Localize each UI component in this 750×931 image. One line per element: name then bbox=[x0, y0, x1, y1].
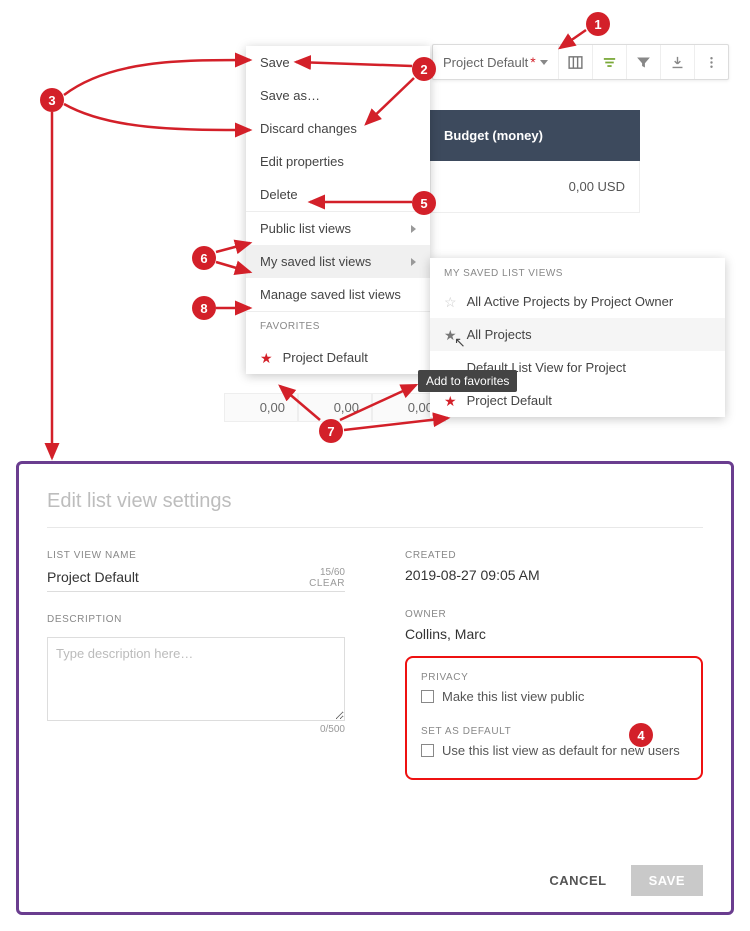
chevron-down-icon bbox=[540, 60, 548, 65]
tooltip-add-favorites: Add to favorites bbox=[418, 370, 517, 392]
checkbox-icon[interactable] bbox=[421, 744, 434, 757]
modal-left-column: LIST VIEW NAME Project Default 15/60 CLE… bbox=[47, 550, 345, 780]
name-label: LIST VIEW NAME bbox=[47, 550, 345, 561]
modal-footer: CANCEL SAVE bbox=[539, 865, 703, 896]
favorite-project-default[interactable]: ★ Project Default bbox=[246, 341, 430, 374]
privacy-checkbox-row[interactable]: Make this list view public bbox=[421, 689, 687, 704]
menu-save-as[interactable]: Save as… bbox=[246, 79, 430, 112]
menu-my-saved-label: My saved list views bbox=[260, 254, 371, 269]
my-saved-submenu: MY SAVED LIST VIEWS ☆ All Active Project… bbox=[430, 258, 725, 417]
submenu-label: Project Default bbox=[467, 393, 552, 408]
separator bbox=[47, 527, 703, 528]
submenu-header: MY SAVED LIST VIEWS bbox=[430, 258, 725, 285]
kebab-icon[interactable] bbox=[694, 45, 728, 79]
submenu-item[interactable]: ☆ All Active Projects by Project Owner bbox=[430, 285, 725, 318]
owner-label: OWNER bbox=[405, 609, 703, 620]
privacy-label: PRIVACY bbox=[421, 672, 687, 683]
description-textarea[interactable] bbox=[47, 637, 345, 721]
menu-public-views-label: Public list views bbox=[260, 221, 351, 236]
modal-title: Edit list view settings bbox=[47, 490, 703, 513]
callout-8: 8 bbox=[192, 296, 216, 320]
star-icon: ★ bbox=[260, 351, 273, 365]
save-button[interactable]: SAVE bbox=[631, 865, 703, 896]
callout-1: 1 bbox=[586, 12, 610, 36]
description-label: DESCRIPTION bbox=[47, 614, 345, 625]
clear-button[interactable]: CLEAR bbox=[309, 578, 345, 589]
menu-manage[interactable]: Manage saved list views bbox=[246, 278, 430, 311]
callout-4: 4 bbox=[629, 723, 653, 747]
footer-cells: 0,00 0,00 0,00 bbox=[224, 393, 446, 422]
callout-5: 5 bbox=[412, 191, 436, 215]
owner-value: Collins, Marc bbox=[405, 626, 703, 642]
callout-3: 3 bbox=[40, 88, 64, 112]
view-toolbar: Project Default * bbox=[432, 44, 729, 80]
menu-delete[interactable]: Delete bbox=[246, 178, 430, 211]
budget-cell: 0,00 USD bbox=[430, 161, 640, 213]
budget-column-header: Budget (money) bbox=[430, 110, 640, 161]
budget-column: Budget (money) 0,00 USD bbox=[430, 110, 640, 213]
edit-list-view-modal: Edit list view settings LIST VIEW NAME P… bbox=[16, 461, 734, 915]
checkbox-icon[interactable] bbox=[421, 690, 434, 703]
current-view-dropdown[interactable]: Project Default * bbox=[433, 46, 558, 78]
cancel-button[interactable]: CANCEL bbox=[539, 865, 616, 896]
callout-6: 6 bbox=[192, 246, 216, 270]
privacy-chk-label: Make this list view public bbox=[442, 689, 584, 704]
submenu-item-all-projects[interactable]: ★ All Projects ↖ bbox=[430, 318, 725, 351]
columns-icon[interactable] bbox=[558, 45, 592, 79]
menu-edit-properties[interactable]: Edit properties bbox=[246, 145, 430, 178]
cursor-icon: ↖ bbox=[454, 334, 466, 351]
highlighted-options: PRIVACY Make this list view public SET A… bbox=[405, 656, 703, 780]
favorite-label: Project Default bbox=[283, 350, 368, 365]
modal-right-column: CREATED 2019-08-27 09:05 AM OWNER Collin… bbox=[405, 550, 703, 780]
menu-public-views[interactable]: Public list views bbox=[246, 212, 430, 245]
desc-counter: 0/500 bbox=[47, 724, 345, 735]
name-input[interactable]: Project Default bbox=[47, 569, 139, 585]
chevron-right-icon bbox=[411, 225, 416, 233]
filter-lines-icon[interactable] bbox=[592, 45, 626, 79]
download-icon[interactable] bbox=[660, 45, 694, 79]
modified-marker: * bbox=[530, 54, 535, 70]
menu-discard[interactable]: Discard changes bbox=[246, 112, 430, 145]
chevron-right-icon bbox=[411, 258, 416, 266]
created-label: CREATED bbox=[405, 550, 703, 561]
star-icon[interactable]: ☆ bbox=[444, 295, 457, 309]
created-value: 2019-08-27 09:05 AM bbox=[405, 567, 703, 583]
view-label: Project Default bbox=[443, 55, 528, 70]
callout-2: 2 bbox=[412, 57, 436, 81]
name-counter: 15/60 bbox=[309, 567, 345, 578]
submenu-label: All Active Projects by Project Owner bbox=[467, 294, 674, 309]
menu-my-saved[interactable]: My saved list views bbox=[246, 245, 430, 278]
view-menu: Save Save as… Discard changes Edit prope… bbox=[246, 46, 430, 374]
menu-save[interactable]: Save bbox=[246, 46, 430, 79]
footer-cell: 0,00 bbox=[224, 393, 298, 422]
star-icon[interactable]: ★ bbox=[444, 394, 457, 408]
footer-cell: 0,00 bbox=[298, 393, 372, 422]
submenu-label: All Projects bbox=[467, 327, 532, 342]
callout-7: 7 bbox=[319, 419, 343, 443]
favorites-header: FAVORITES bbox=[246, 312, 430, 341]
funnel-icon[interactable] bbox=[626, 45, 660, 79]
